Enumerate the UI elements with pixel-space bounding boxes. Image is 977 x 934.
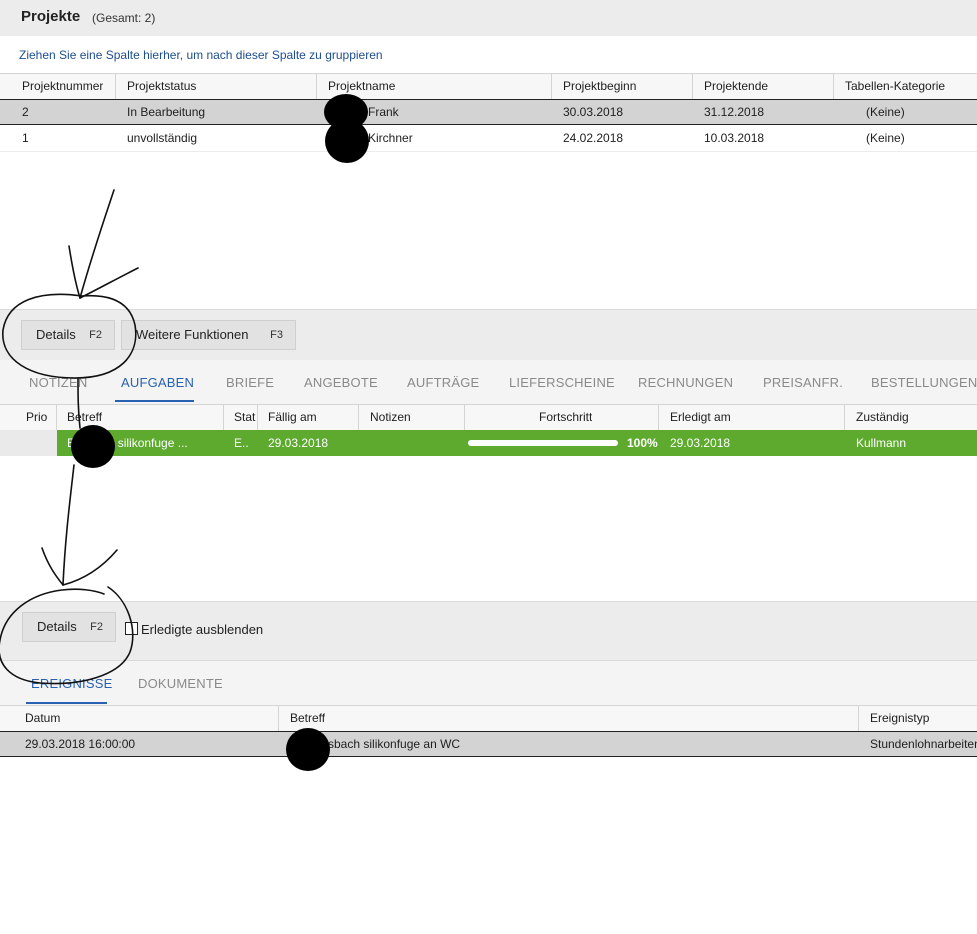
hand-drawn-annotation xyxy=(0,189,139,685)
